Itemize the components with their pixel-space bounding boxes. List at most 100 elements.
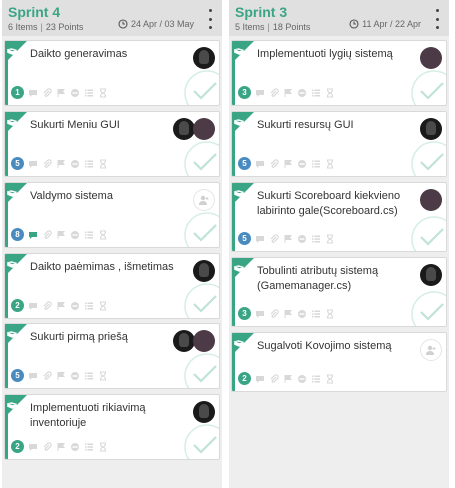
story-points-badge[interactable]: 2: [11, 299, 24, 312]
comment-icon[interactable]: [28, 301, 38, 311]
attachment-icon[interactable]: [42, 158, 52, 169]
comment-icon[interactable]: [28, 371, 38, 381]
list-icon[interactable]: [311, 309, 321, 319]
story-points-badge[interactable]: 5: [11, 369, 24, 382]
attachment-icon[interactable]: [42, 229, 52, 240]
checkmark-icon[interactable]: [181, 350, 219, 388]
story-card[interactable]: Daikto paėmimas , išmetimas 2: [4, 253, 220, 319]
attachment-icon[interactable]: [42, 441, 52, 452]
blocked-icon[interactable]: [70, 371, 80, 381]
hourglass-icon[interactable]: [98, 229, 108, 240]
attachment-icon[interactable]: [42, 87, 52, 98]
hourglass-icon[interactable]: [98, 300, 108, 311]
attachment-icon[interactable]: [269, 87, 279, 98]
blocked-icon[interactable]: [70, 442, 80, 452]
card-title[interactable]: Sukurti Scoreboard kiekvieno labirinto g…: [257, 189, 402, 219]
attachment-icon[interactable]: [42, 300, 52, 311]
flag-icon[interactable]: [56, 442, 66, 452]
checkmark-icon[interactable]: [408, 138, 446, 176]
checkmark-icon[interactable]: [181, 138, 219, 176]
hourglass-icon[interactable]: [98, 87, 108, 98]
avatar[interactable]: [193, 47, 215, 69]
hourglass-icon[interactable]: [98, 441, 108, 452]
story-card[interactable]: Sukurti pirmą priešą 5: [4, 323, 220, 389]
story-card[interactable]: Sugalvoti Kovojimo sistemą 2: [231, 332, 447, 392]
flag-icon[interactable]: [283, 234, 293, 244]
card-title[interactable]: Sugalvoti Kovojimo sistemą: [257, 339, 402, 354]
attachment-icon[interactable]: [269, 158, 279, 169]
card-title[interactable]: Valdymo sistema: [30, 189, 175, 204]
avatar[interactable]: [420, 264, 442, 286]
add-user-icon[interactable]: [193, 189, 215, 211]
avatar[interactable]: [193, 118, 215, 140]
comment-icon[interactable]: [255, 309, 265, 319]
avatar[interactable]: [193, 260, 215, 282]
story-card[interactable]: Daikto generavimas 1: [4, 40, 220, 106]
flag-icon[interactable]: [283, 159, 293, 169]
flag-icon[interactable]: [56, 88, 66, 98]
avatar[interactable]: [193, 330, 215, 352]
hourglass-icon[interactable]: [325, 87, 335, 98]
list-icon[interactable]: [84, 371, 94, 381]
card-title[interactable]: Sukurti resursų GUI: [257, 118, 402, 133]
story-points-badge[interactable]: 2: [238, 372, 251, 385]
attachment-icon[interactable]: [269, 308, 279, 319]
more-vertical-icon[interactable]: [431, 9, 443, 29]
hourglass-icon[interactable]: [325, 158, 335, 169]
blocked-icon[interactable]: [70, 159, 80, 169]
attachment-icon[interactable]: [269, 233, 279, 244]
checkmark-icon[interactable]: [408, 67, 446, 105]
list-icon[interactable]: [84, 159, 94, 169]
comment-icon[interactable]: [28, 442, 38, 452]
comment-icon[interactable]: [255, 159, 265, 169]
list-icon[interactable]: [84, 88, 94, 98]
flag-icon[interactable]: [283, 374, 293, 384]
story-points-badge[interactable]: 3: [238, 86, 251, 99]
avatar[interactable]: [420, 189, 442, 211]
story-card[interactable]: Tobulinti atributų sistemą (Gamemanager.…: [231, 257, 447, 327]
list-icon[interactable]: [311, 234, 321, 244]
story-points-badge[interactable]: 5: [11, 157, 24, 170]
blocked-icon[interactable]: [297, 88, 307, 98]
sprint-title[interactable]: Sprint 4: [8, 4, 216, 20]
comment-icon[interactable]: [28, 230, 38, 240]
flag-icon[interactable]: [56, 159, 66, 169]
blocked-icon[interactable]: [297, 374, 307, 384]
hourglass-icon[interactable]: [325, 373, 335, 384]
flag-icon[interactable]: [283, 88, 293, 98]
card-title[interactable]: Implementuoti lygių sistemą: [257, 47, 402, 62]
blocked-icon[interactable]: [297, 234, 307, 244]
card-title[interactable]: Daikto paėmimas , išmetimas: [30, 260, 175, 275]
blocked-icon[interactable]: [70, 88, 80, 98]
attachment-icon[interactable]: [269, 373, 279, 384]
list-icon[interactable]: [84, 230, 94, 240]
comment-icon[interactable]: [255, 234, 265, 244]
avatar[interactable]: [173, 118, 195, 140]
hourglass-icon[interactable]: [325, 308, 335, 319]
blocked-icon[interactable]: [297, 159, 307, 169]
story-card[interactable]: Implementuoti lygių sistemą 3: [231, 40, 447, 106]
flag-icon[interactable]: [56, 301, 66, 311]
checkmark-icon[interactable]: [408, 288, 446, 326]
blocked-icon[interactable]: [70, 301, 80, 311]
hourglass-icon[interactable]: [98, 370, 108, 381]
comment-icon[interactable]: [28, 88, 38, 98]
avatar[interactable]: [420, 47, 442, 69]
story-points-badge[interactable]: 3: [238, 307, 251, 320]
comment-icon[interactable]: [28, 159, 38, 169]
sprint-title[interactable]: Sprint 3: [235, 4, 443, 20]
hourglass-icon[interactable]: [98, 158, 108, 169]
avatar[interactable]: [193, 401, 215, 423]
list-icon[interactable]: [84, 301, 94, 311]
list-icon[interactable]: [84, 442, 94, 452]
blocked-icon[interactable]: [297, 309, 307, 319]
comment-icon[interactable]: [255, 88, 265, 98]
story-card[interactable]: Sukurti Scoreboard kiekvieno labirinto g…: [231, 182, 447, 252]
flag-icon[interactable]: [283, 309, 293, 319]
hourglass-icon[interactable]: [325, 233, 335, 244]
avatar[interactable]: [173, 330, 195, 352]
list-icon[interactable]: [311, 159, 321, 169]
story-card[interactable]: Sukurti resursų GUI 5: [231, 111, 447, 177]
avatar[interactable]: [420, 118, 442, 140]
story-points-badge[interactable]: 5: [238, 157, 251, 170]
